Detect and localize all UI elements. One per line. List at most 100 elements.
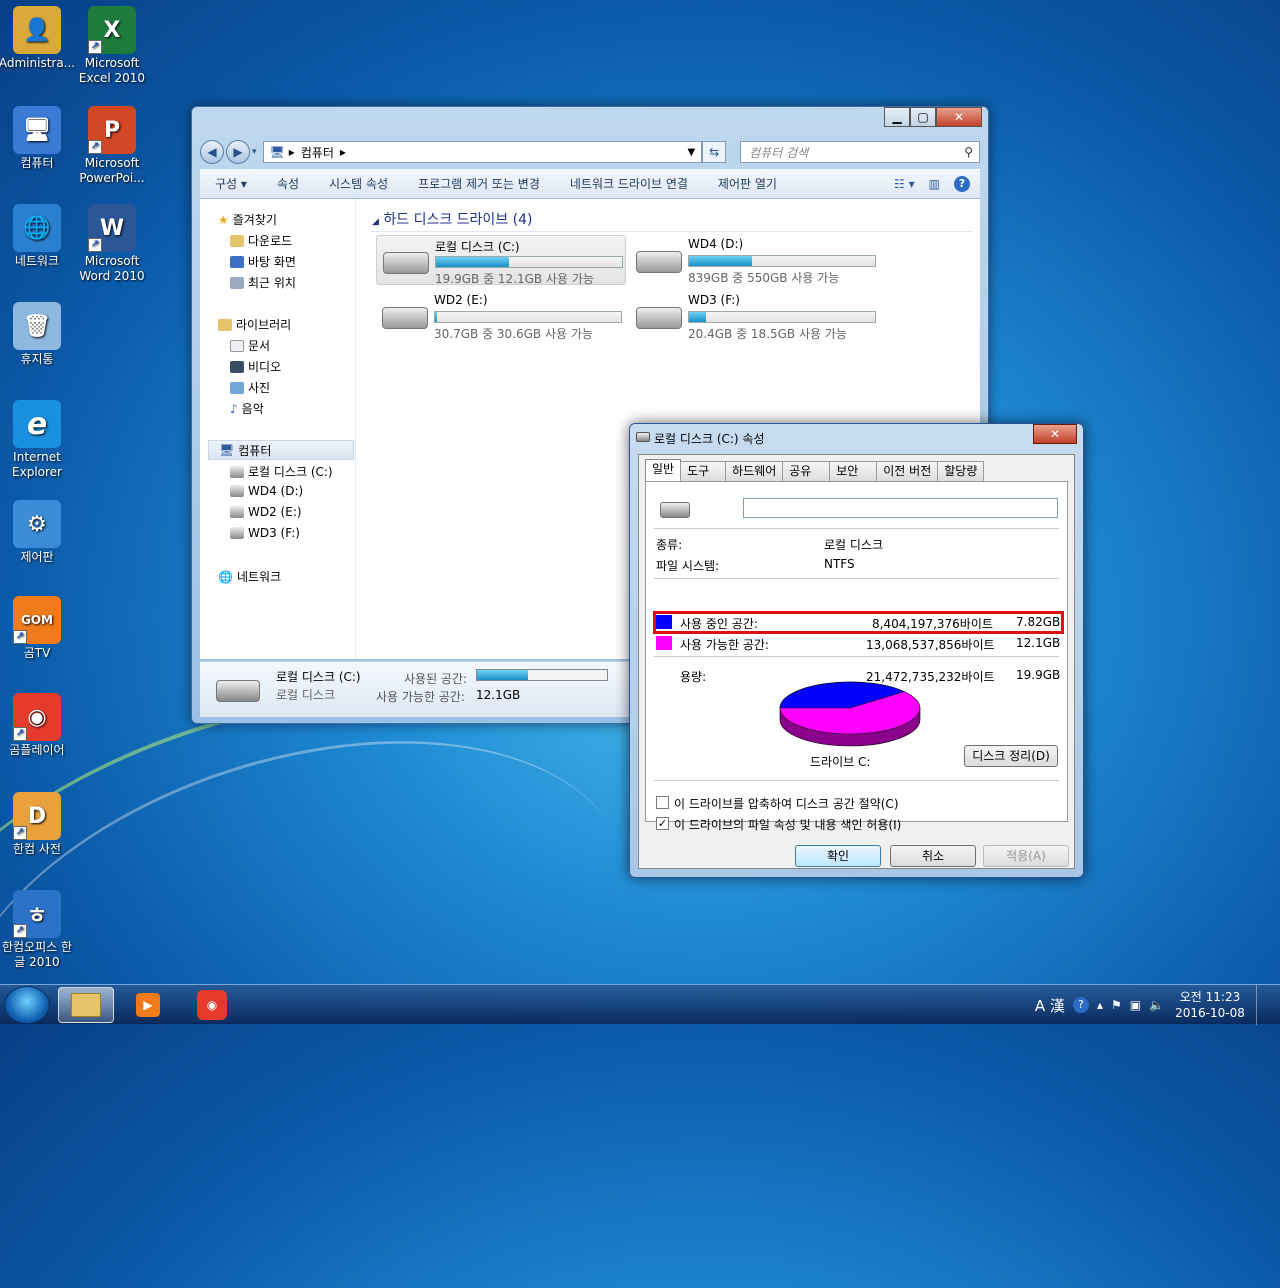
sidebar-item-videos[interactable]: 비디오 [230,358,281,375]
drive-tile-e[interactable]: WD2 (E:) 30.7GB 중 30.6GB 사용 가능 [376,291,626,341]
forward-button[interactable]: ▶ [225,140,250,164]
sidebar-libraries[interactable]: 라이브러리 [218,316,291,333]
properties-button[interactable]: 속성 [262,175,314,192]
divider [654,780,1059,781]
sidebar-item-drive-d[interactable]: WD4 (D:) [230,484,303,498]
help-icon[interactable]: ? [954,175,970,192]
sidebar-item-music[interactable]: ♪ 음악 [230,400,264,417]
desktop-icon-excel[interactable]: X ↗ Microsoft Excel 2010 [72,6,152,86]
group-header[interactable]: ◢ 하드 디스크 드라이브 (4) [372,209,972,232]
show-desktop-button[interactable] [1256,985,1268,1025]
taskbar-media-button[interactable]: ▶ [120,987,176,1023]
desktop-icon-hangul-2010[interactable]: ㅎ ↗ 한컴오피스 한글 2010 [0,890,77,970]
preview-pane-icon[interactable]: ▥ [929,177,940,191]
ime-indicator[interactable]: A 漢 [1035,995,1065,1016]
show-hidden-icons-icon[interactable]: ▴ [1097,998,1103,1012]
sidebar-item-drive-c[interactable]: 로컬 디스크 (C:) [230,463,333,480]
sidebar-favorites[interactable]: ★ 즐겨찾기 [218,211,277,228]
view-options-icon[interactable]: ☷ ▾ [894,177,915,191]
refresh-button[interactable]: ⇆ [702,141,727,163]
network-tray-icon[interactable]: ▣ [1130,998,1141,1012]
index-label: 이 드라이브의 파일 속성 및 내용 색인 허용(I) [674,818,902,832]
address-row: ◀ ▶ ▾ 🖥 ▸ 컴퓨터 ▸ ▼ ⇆ 컴퓨터 검색 ⚲ [200,139,980,165]
sidebar-item-pictures[interactable]: 사진 [230,379,270,396]
volume-icon[interactable]: 🔈 [1149,998,1164,1012]
drive-large-icon [216,680,260,702]
close-button[interactable]: ✕ [936,107,982,127]
used-space-swatch [656,615,672,629]
computer-icon: 🖥 [219,443,235,457]
cancel-button[interactable]: 취소 [890,845,976,867]
window-controls: ▁ ▢ ✕ [884,107,982,127]
breadcrumb-computer[interactable]: 컴퓨터 [301,144,334,161]
sidebar-item-downloads[interactable]: 다운로드 [230,232,292,249]
usage-bar [688,255,876,267]
address-bar[interactable]: 🖥 ▸ 컴퓨터 ▸ ▼ [262,141,703,163]
desktop-icon-gomplayer[interactable]: ◉ ↗ 곰플레이어 [0,693,77,758]
drive-tile-d[interactable]: WD4 (D:) 839GB 중 550GB 사용 가능 [630,235,880,285]
tab-strip: 일반 도구 하드웨어 공유 보안 이전 버전 할당량 [645,459,985,481]
tab-previous-versions[interactable]: 이전 버전 [876,461,939,481]
sidebar-computer[interactable]: 🖥 컴퓨터 [208,440,354,460]
usage-bar-fill [436,257,509,267]
desktop-icon-control-panel[interactable]: ⚙ 제어판 [0,500,77,565]
map-network-drive-button[interactable]: 네트워크 드라이브 연결 [555,175,703,192]
tab-security[interactable]: 보안 [829,461,878,481]
tab-sharing[interactable]: 공유 [782,461,831,481]
taskbar-explorer-button[interactable] [58,987,114,1023]
desktop-icon-hancom-dictionary[interactable]: D ↗ 한컴 사전 [0,792,77,857]
compress-checkbox[interactable] [656,796,669,809]
desktop-icon-computer[interactable]: 🖥 컴퓨터 [0,106,77,171]
nav-dropdown-icon[interactable]: ▾ [252,147,257,157]
compress-label: 이 드라이브를 압축하여 디스크 공간 절약(C) [674,797,899,811]
sidebar-item-drive-e[interactable]: WD2 (E:) [230,505,302,519]
back-button[interactable]: ◀ [200,140,224,164]
folder-icon [71,993,101,1017]
desktop-icon-recycle-bin[interactable]: 🗑 휴지통 [0,302,77,367]
general-tab-page: 종류: 로컬 디스크 파일 시스템: NTFS 사용 중인 공간: 8,404,… [645,481,1068,832]
sidebar-item-desktop[interactable]: 바탕 화면 [230,253,296,270]
help-icon[interactable]: ? [1072,997,1089,1013]
taskbar-gomplayer-button[interactable]: ◉ [184,987,240,1023]
action-center-flag-icon[interactable]: ⚑ [1111,998,1122,1012]
uninstall-program-button[interactable]: 프로그램 제거 또는 변경 [403,175,555,192]
windows-drive-icon [383,252,429,274]
gomtv-icon: GOM ↗ [13,596,61,644]
usage-bar [434,311,622,323]
sidebar-network[interactable]: 🌐 네트워크 [218,568,281,585]
system-properties-button[interactable]: 시스템 속성 [314,175,403,192]
ok-button[interactable]: 확인 [795,845,881,867]
open-control-panel-button[interactable]: 제어판 열기 [703,175,792,192]
disk-cleanup-button[interactable]: 디스크 정리(D) [964,745,1058,767]
start-button[interactable] [4,986,50,1024]
tab-hardware[interactable]: 하드웨어 [725,461,784,481]
desktop-icon-administrator[interactable]: 👤 Administra... [0,6,77,71]
dialog-close-button[interactable]: ✕ [1033,424,1077,444]
tab-general[interactable]: 일반 [645,459,682,481]
clock[interactable]: 오전 11:23 2016-10-08 [1172,989,1248,1021]
index-checkbox[interactable]: ✓ [656,817,669,830]
drive-tile-f[interactable]: WD3 (F:) 20.4GB 중 18.5GB 사용 가능 [630,291,880,341]
drive-tile-c[interactable]: 로컬 디스크 (C:) 19.9GB 중 12.1GB 사용 가능 [376,235,626,286]
tab-quota[interactable]: 할당량 [937,461,985,481]
music-icon: ♪ [230,401,238,416]
volume-name-field[interactable] [743,498,1058,518]
chevron-down-icon[interactable]: ▼ [687,147,695,158]
desktop-icon-gomtv[interactable]: GOM ↗ 곰TV [0,596,77,661]
desktop-icon-network[interactable]: 🌐 네트워크 [0,204,77,269]
search-input[interactable]: 컴퓨터 검색 ⚲ [740,141,980,163]
sidebar-item-drive-f[interactable]: WD3 (F:) [230,526,300,540]
organize-menu[interactable]: 구성 ▾ [200,175,262,192]
tab-tools[interactable]: 도구 [680,461,727,481]
desktop-icon-word[interactable]: W ↗ Microsoft Word 2010 [72,204,152,284]
maximize-button[interactable]: ▢ [910,107,936,127]
recycle-bin-icon: 🗑 [13,302,61,350]
sidebar-item-documents[interactable]: 문서 [230,337,270,354]
sidebar-item-recent[interactable]: 최근 위치 [230,274,296,291]
apply-button[interactable]: 적용(A) [983,845,1069,867]
shortcut-arrow-icon: ↗ [88,140,102,154]
details-usage-bar [476,669,608,681]
minimize-button[interactable]: ▁ [884,107,910,127]
desktop-icon-powerpoint[interactable]: P ↗ Microsoft PowerPoi... [72,106,152,186]
desktop-icon-internet-explorer[interactable]: e Internet Explorer [0,400,77,480]
